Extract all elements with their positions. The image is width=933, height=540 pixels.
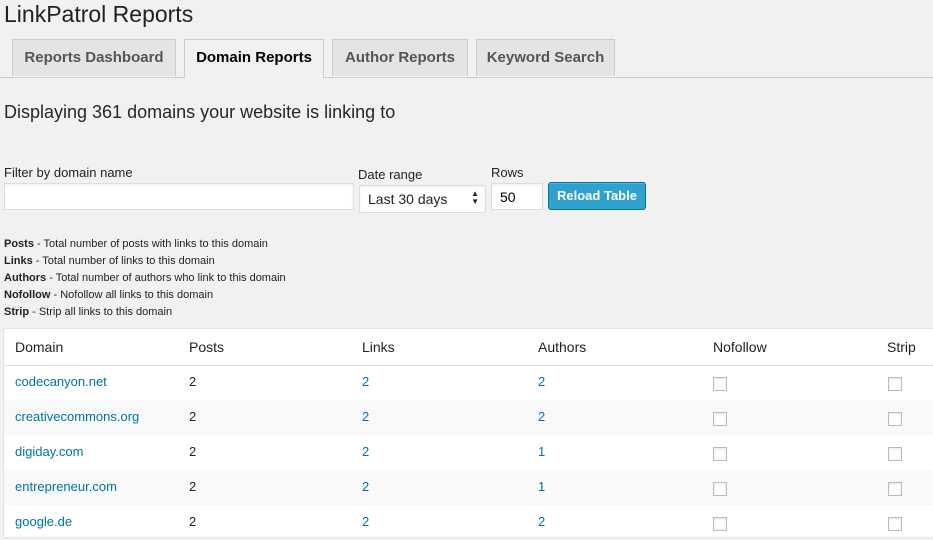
nofollow-checkbox[interactable] <box>713 517 727 531</box>
posts-count: 2 <box>189 514 197 529</box>
date-range-select[interactable]: Last 30 days ▲ ▼ <box>359 185 486 213</box>
page-title: LinkPatrol Reports <box>4 1 194 27</box>
legend-desc: - Total number of links to this domain <box>32 255 215 267</box>
report-tabs: Reports Dashboard Domain Reports Author … <box>0 39 933 78</box>
table-row: digiday.com 2 2 1 <box>4 435 933 470</box>
strip-checkbox[interactable] <box>888 517 902 531</box>
links-count[interactable]: 2 <box>362 374 369 389</box>
date-range-value: Last 30 days <box>368 191 448 207</box>
links-count[interactable]: 2 <box>362 444 369 459</box>
links-count[interactable]: 2 <box>362 514 369 529</box>
header-strip[interactable]: Strip <box>887 339 916 355</box>
legend-term: Nofollow <box>4 289 51 301</box>
legend-item: Posts - Total number of posts with links… <box>4 236 286 253</box>
domain-link[interactable]: digiday.com <box>15 444 83 459</box>
posts-count: 2 <box>189 409 197 424</box>
authors-count[interactable]: 1 <box>538 444 545 459</box>
legend-term: Authors <box>4 272 47 284</box>
rows-input[interactable] <box>491 183 543 210</box>
table-row: codecanyon.net 2 2 2 <box>4 365 933 400</box>
domain-link[interactable]: codecanyon.net <box>15 374 107 389</box>
legend-item: Strip - Strip all links to this domain <box>4 304 286 321</box>
tab-keyword-search[interactable]: Keyword Search <box>476 39 615 76</box>
authors-count[interactable]: 2 <box>538 374 545 389</box>
posts-count: 2 <box>189 479 197 494</box>
tab-reports-dashboard[interactable]: Reports Dashboard <box>12 39 176 76</box>
domains-table: Domain Posts Links Authors Nofollow Stri… <box>3 328 933 538</box>
domain-filter-label: Filter by domain name <box>4 165 133 180</box>
column-legend: Posts - Total number of posts with links… <box>4 236 286 321</box>
strip-checkbox[interactable] <box>888 377 902 391</box>
strip-checkbox[interactable] <box>888 412 902 426</box>
header-links[interactable]: Links <box>362 339 395 355</box>
nofollow-checkbox[interactable] <box>713 377 727 391</box>
select-arrows-icon: ▲ ▼ <box>471 189 479 206</box>
legend-item: Nofollow - Nofollow all links to this do… <box>4 287 286 304</box>
authors-count[interactable]: 1 <box>538 479 545 494</box>
domain-link[interactable]: entrepreneur.com <box>15 479 117 494</box>
legend-desc: - Nofollow all links to this domain <box>50 289 214 301</box>
domain-filter-input[interactable] <box>4 183 354 210</box>
header-posts[interactable]: Posts <box>189 339 224 355</box>
header-authors[interactable]: Authors <box>538 339 586 355</box>
legend-item: Authors - Total number of authors who li… <box>4 270 286 287</box>
strip-checkbox[interactable] <box>888 482 902 496</box>
tab-domain-reports[interactable]: Domain Reports <box>184 39 324 78</box>
date-range-label: Date range <box>358 167 423 182</box>
header-nofollow[interactable]: Nofollow <box>713 339 767 355</box>
strip-checkbox[interactable] <box>888 447 902 461</box>
legend-desc: - Total number of posts with links to th… <box>33 238 268 250</box>
header-domain[interactable]: Domain <box>15 339 63 355</box>
table-row: google.de 2 2 2 <box>4 505 933 540</box>
nofollow-checkbox[interactable] <box>713 412 727 426</box>
reload-table-button[interactable]: Reload Table <box>548 182 646 210</box>
legend-item: Links - Total number of links to this do… <box>4 253 286 270</box>
table-header: Domain Posts Links Authors Nofollow Stri… <box>4 329 933 366</box>
nofollow-checkbox[interactable] <box>713 447 727 461</box>
domain-link[interactable]: creativecommons.org <box>15 409 139 424</box>
legend-term: Strip <box>4 306 30 318</box>
posts-count: 2 <box>189 374 197 389</box>
table-row: creativecommons.org 2 2 2 <box>4 400 933 435</box>
links-count[interactable]: 2 <box>362 479 369 494</box>
legend-desc: - Strip all links to this domain <box>29 306 173 318</box>
legend-term: Links <box>4 255 33 267</box>
posts-count: 2 <box>189 444 197 459</box>
tab-author-reports[interactable]: Author Reports <box>332 39 468 76</box>
authors-count[interactable]: 2 <box>538 514 545 529</box>
legend-term: Posts <box>4 238 34 250</box>
nofollow-checkbox[interactable] <box>713 482 727 496</box>
domains-summary: Displaying 361 domains your website is l… <box>4 102 396 122</box>
authors-count[interactable]: 2 <box>538 409 545 424</box>
domain-link[interactable]: google.de <box>15 514 72 529</box>
links-count[interactable]: 2 <box>362 409 369 424</box>
rows-label: Rows <box>491 165 524 180</box>
table-row: entrepreneur.com 2 2 1 <box>4 470 933 505</box>
legend-desc: - Total number of authors who link to th… <box>46 272 286 284</box>
